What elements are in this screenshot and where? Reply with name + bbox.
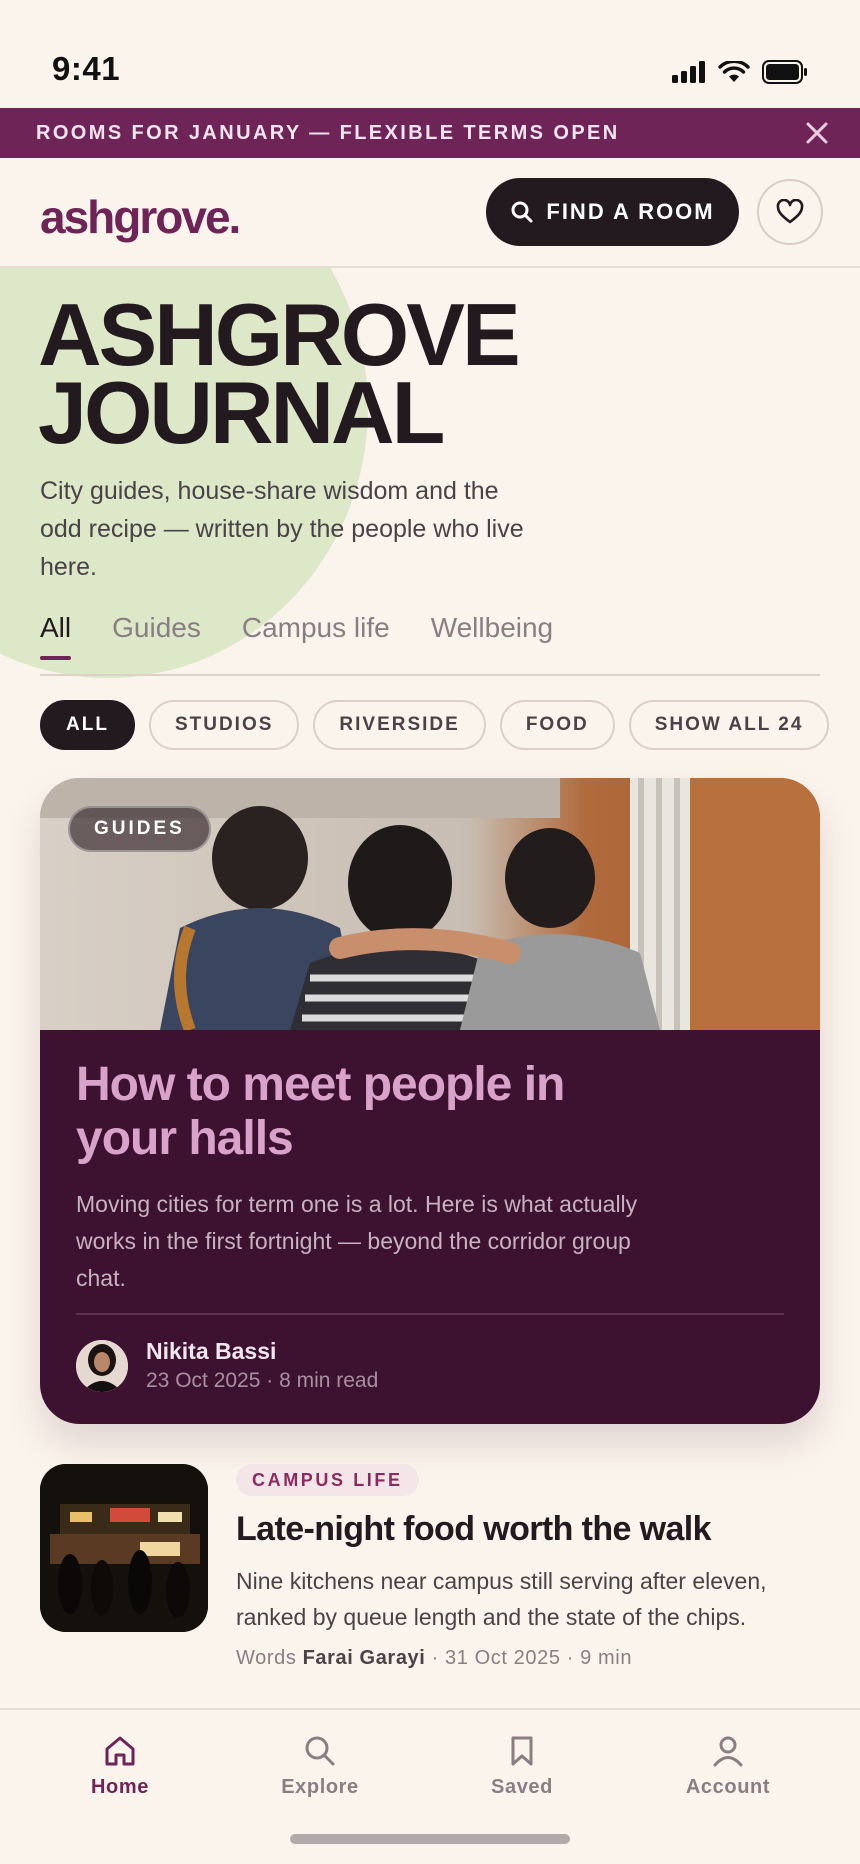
nav-home[interactable]: Home (40, 1734, 200, 1799)
nav-account[interactable]: Account (648, 1734, 808, 1799)
article-list-item[interactable]: CAMPUS LIFE Late-night food worth the wa… (40, 1464, 820, 1684)
status-bar: 9:41 (0, 0, 860, 108)
search-icon (305, 1736, 335, 1766)
heart-icon (776, 199, 804, 224)
nav-account-label: Account (685, 1776, 771, 1798)
article-thumbnail (40, 1464, 208, 1632)
promo-banner: ROOMS FOR JANUARY — FLEXIBLE TERMS OPEN (0, 108, 860, 158)
find-a-room-label: FIND A ROOM (546, 199, 715, 224)
page-subtitle: City guides, house-share wisdom and the … (40, 477, 524, 581)
page-title: ASHGROVE JOURNAL (38, 291, 521, 462)
featured-body: How to meet people in your halls Moving … (76, 1058, 784, 1297)
featured-author: Nikita Bassi 23 Oct 2025 · 8 min read (76, 1338, 378, 1393)
chip-riverside[interactable]: RIVERSIDE (313, 700, 486, 750)
close-icon[interactable] (804, 120, 830, 146)
battery-icon (762, 60, 807, 84)
featured-description: Moving cities for term one is a lot. Her… (76, 1191, 638, 1291)
article-meta: Words Farai Garayi · 31 Oct 2025 · 9 min (236, 1647, 820, 1670)
article-category-badge: CAMPUS LIFE (236, 1464, 419, 1496)
tab-campus-life[interactable]: Campus life (242, 612, 390, 660)
chip-show-all[interactable]: SHOW ALL 24 (628, 700, 830, 750)
filter-chips: ALL STUDIOS RIVERSIDE FOOD SHOW ALL 24 (40, 700, 830, 750)
signal-icon (672, 61, 705, 83)
chip-studios[interactable]: STUDIOS (148, 700, 300, 750)
article-meta: 23 Oct 2025 · 8 min read (146, 1369, 379, 1392)
divider (76, 1313, 784, 1315)
featured-article-card[interactable]: GUIDES How to meet people in your halls … (40, 778, 820, 1424)
bookmark-icon (511, 1736, 533, 1766)
article-title[interactable]: Late-night food worth the walk (236, 1510, 820, 1549)
nav-explore-label: Explore (281, 1776, 359, 1798)
chip-food[interactable]: FOOD (499, 700, 615, 750)
article-meta-prefix: Words (236, 1647, 297, 1669)
article-body: CAMPUS LIFE Late-night food worth the wa… (236, 1464, 820, 1670)
tab-guides[interactable]: Guides (112, 612, 201, 660)
nav-home-label: Home (91, 1776, 149, 1798)
status-icons (672, 60, 808, 84)
find-a-room-button[interactable]: FIND A ROOM (486, 178, 739, 246)
featured-category-badge: GUIDES (68, 806, 211, 852)
article-meta-suffix: · 31 Oct 2025 · 9 min (431, 1647, 633, 1669)
banner-text: ROOMS FOR JANUARY — FLEXIBLE TERMS OPEN (36, 121, 620, 144)
home-indicator (290, 1834, 570, 1844)
site-header: ashgrove. FIND A ROOM (0, 158, 860, 268)
category-tabs: All Guides Campus life Wellbeing (40, 612, 820, 676)
page-title-line2: JOURNAL (38, 363, 445, 462)
chip-all[interactable]: ALL (40, 700, 135, 750)
logo[interactable]: ashgrove. (40, 190, 241, 244)
search-icon (511, 201, 533, 223)
nav-explore[interactable]: Explore (240, 1734, 400, 1799)
tab-all[interactable]: All (40, 612, 72, 660)
featured-title[interactable]: How to meet people in your halls (76, 1058, 596, 1166)
wifi-icon (718, 61, 750, 82)
favorites-button[interactable] (757, 179, 823, 245)
article-author: Farai Garayi (302, 1647, 426, 1669)
article-description: Nine kitchens near campus still serving … (236, 1568, 767, 1630)
avatar (76, 1339, 128, 1392)
tab-wellbeing[interactable]: Wellbeing (431, 612, 553, 660)
nav-saved-label: Saved (491, 1776, 553, 1798)
status-time: 9:41 (52, 50, 121, 87)
nav-saved[interactable]: Saved (442, 1734, 602, 1799)
author-name: Nikita Bassi (146, 1338, 277, 1364)
person-icon (713, 1736, 743, 1767)
home-icon (105, 1736, 135, 1766)
